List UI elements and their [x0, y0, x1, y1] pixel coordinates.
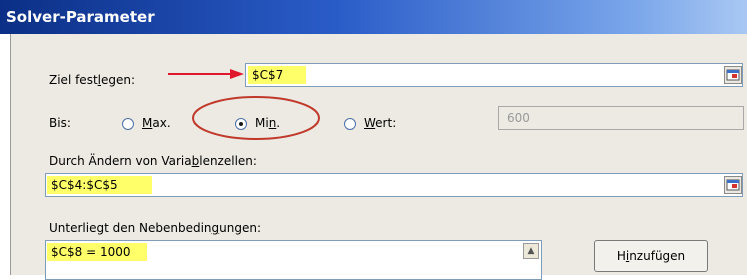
red-ellipse-annotation — [192, 96, 320, 140]
red-arrow-head-icon — [230, 69, 244, 79]
annotation-overlay — [168, 69, 320, 140]
solver-dialog-window: Solver-Parameter Ziel festlegen: $C$7 Bi… — [0, 0, 747, 280]
